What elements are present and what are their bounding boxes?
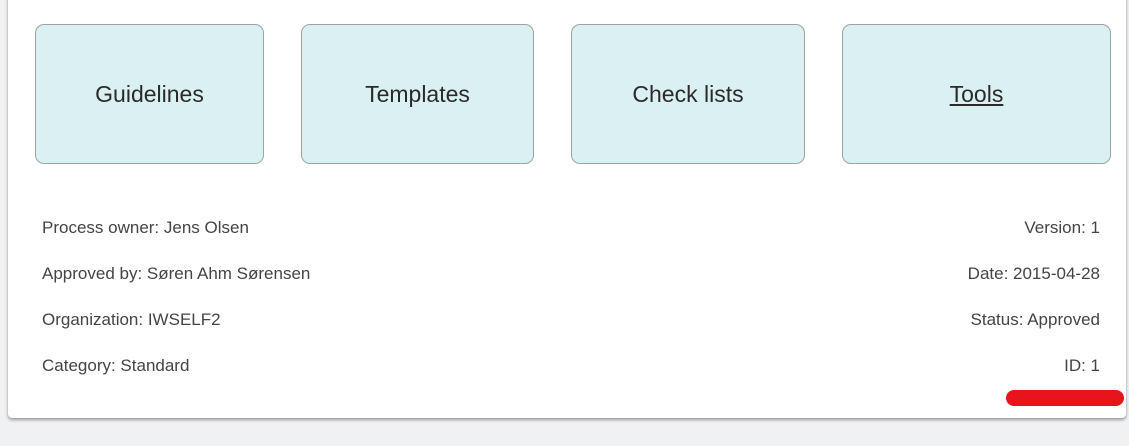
guidelines-label: Guidelines xyxy=(95,80,204,107)
organization-text: Organization: IWSELF2 xyxy=(42,310,221,329)
version-text: Version: 1 xyxy=(1024,218,1100,237)
tools-label: Tools xyxy=(949,80,1004,107)
tools-button[interactable]: Tools xyxy=(842,24,1111,164)
category-text: Category: Standard xyxy=(42,356,190,375)
check-lists-label: Check lists xyxy=(632,80,744,107)
red-highlight-mark xyxy=(1006,390,1124,406)
process-details-card: Guidelines Templates Check lists Tools P… xyxy=(8,0,1126,418)
guidelines-button[interactable]: Guidelines xyxy=(35,24,264,164)
templates-button[interactable]: Templates xyxy=(301,24,534,164)
approved-by-text: Approved by: Søren Ahm Sørensen xyxy=(42,264,311,283)
date-text: Date: 2015-04-28 xyxy=(967,264,1100,283)
id-text: ID: 1 xyxy=(1064,356,1100,375)
check-lists-button[interactable]: Check lists xyxy=(571,24,805,164)
templates-label: Templates xyxy=(365,80,470,107)
status-text: Status: Approved xyxy=(970,310,1100,329)
process-owner-text: Process owner: Jens Olsen xyxy=(42,218,249,237)
